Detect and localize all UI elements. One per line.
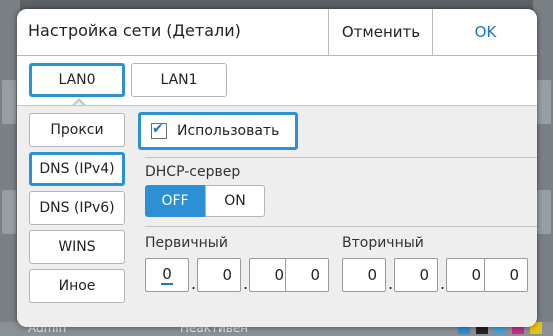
use-label: Использовать: [177, 123, 280, 139]
cancel-button[interactable]: Отменить: [328, 9, 433, 55]
lan-tabs: LAN0 LAN1: [17, 56, 537, 109]
use-checkbox[interactable]: ✔: [151, 121, 167, 139]
primary-dns-octet-1[interactable]: 0: [145, 258, 189, 292]
secondary-dns-octet-1[interactable]: 0: [342, 258, 386, 292]
dns-settings-panel: Прокси DNS (IPv4) DNS (IPv6) WINS Иное ✔…: [17, 105, 537, 327]
secondary-dns-octet-2[interactable]: 0: [394, 258, 438, 292]
dialog-title: Настройка сети (Детали): [28, 21, 241, 40]
sidebar-item-dns-ipv6[interactable]: DNS (IPv6): [29, 191, 125, 225]
background-tab: [2, 80, 16, 124]
tab-lan1[interactable]: LAN1: [131, 63, 227, 97]
primary-dns-octet-1-value: 0: [161, 265, 173, 285]
dhcp-off-button[interactable]: OFF: [145, 185, 205, 217]
primary-dns-octet-2[interactable]: 0: [197, 258, 241, 292]
dialog-titlebar: Настройка сети (Детали) Отменить OK: [17, 9, 537, 56]
tab-lan0[interactable]: LAN0: [29, 63, 125, 97]
divider: [145, 157, 537, 158]
primary-dns-label: Первичный: [145, 235, 228, 251]
octet-separator: .: [388, 274, 394, 293]
dhcp-server-label: DHCP-сервер: [145, 164, 241, 180]
secondary-dns-octet-4[interactable]: 0: [484, 258, 528, 292]
background-tab: [537, 80, 551, 124]
checkmark-icon: ✔: [152, 121, 164, 137]
octet-separator: .: [243, 274, 249, 293]
dhcp-on-button[interactable]: ON: [205, 185, 265, 217]
use-checkbox-control[interactable]: ✔ Использовать: [138, 112, 298, 150]
octet-separator: .: [191, 274, 197, 293]
sidebar-item-wins[interactable]: WINS: [29, 230, 125, 264]
network-settings-dialog: Настройка сети (Детали) Отменить OK LAN0…: [17, 9, 537, 327]
sidebar-item-dns-ipv4[interactable]: DNS (IPv4): [29, 152, 125, 186]
background-tab: [2, 190, 16, 234]
divider: [145, 226, 537, 227]
secondary-dns-label: Вторичный: [342, 235, 424, 251]
background-tab: [537, 190, 551, 234]
octet-separator: .: [440, 274, 446, 293]
sidebar-item-other[interactable]: Иное: [29, 269, 125, 303]
sidebar-item-proxy[interactable]: Прокси: [29, 113, 125, 147]
primary-dns-octet-4[interactable]: 0: [285, 258, 329, 292]
ok-button[interactable]: OK: [432, 9, 537, 55]
